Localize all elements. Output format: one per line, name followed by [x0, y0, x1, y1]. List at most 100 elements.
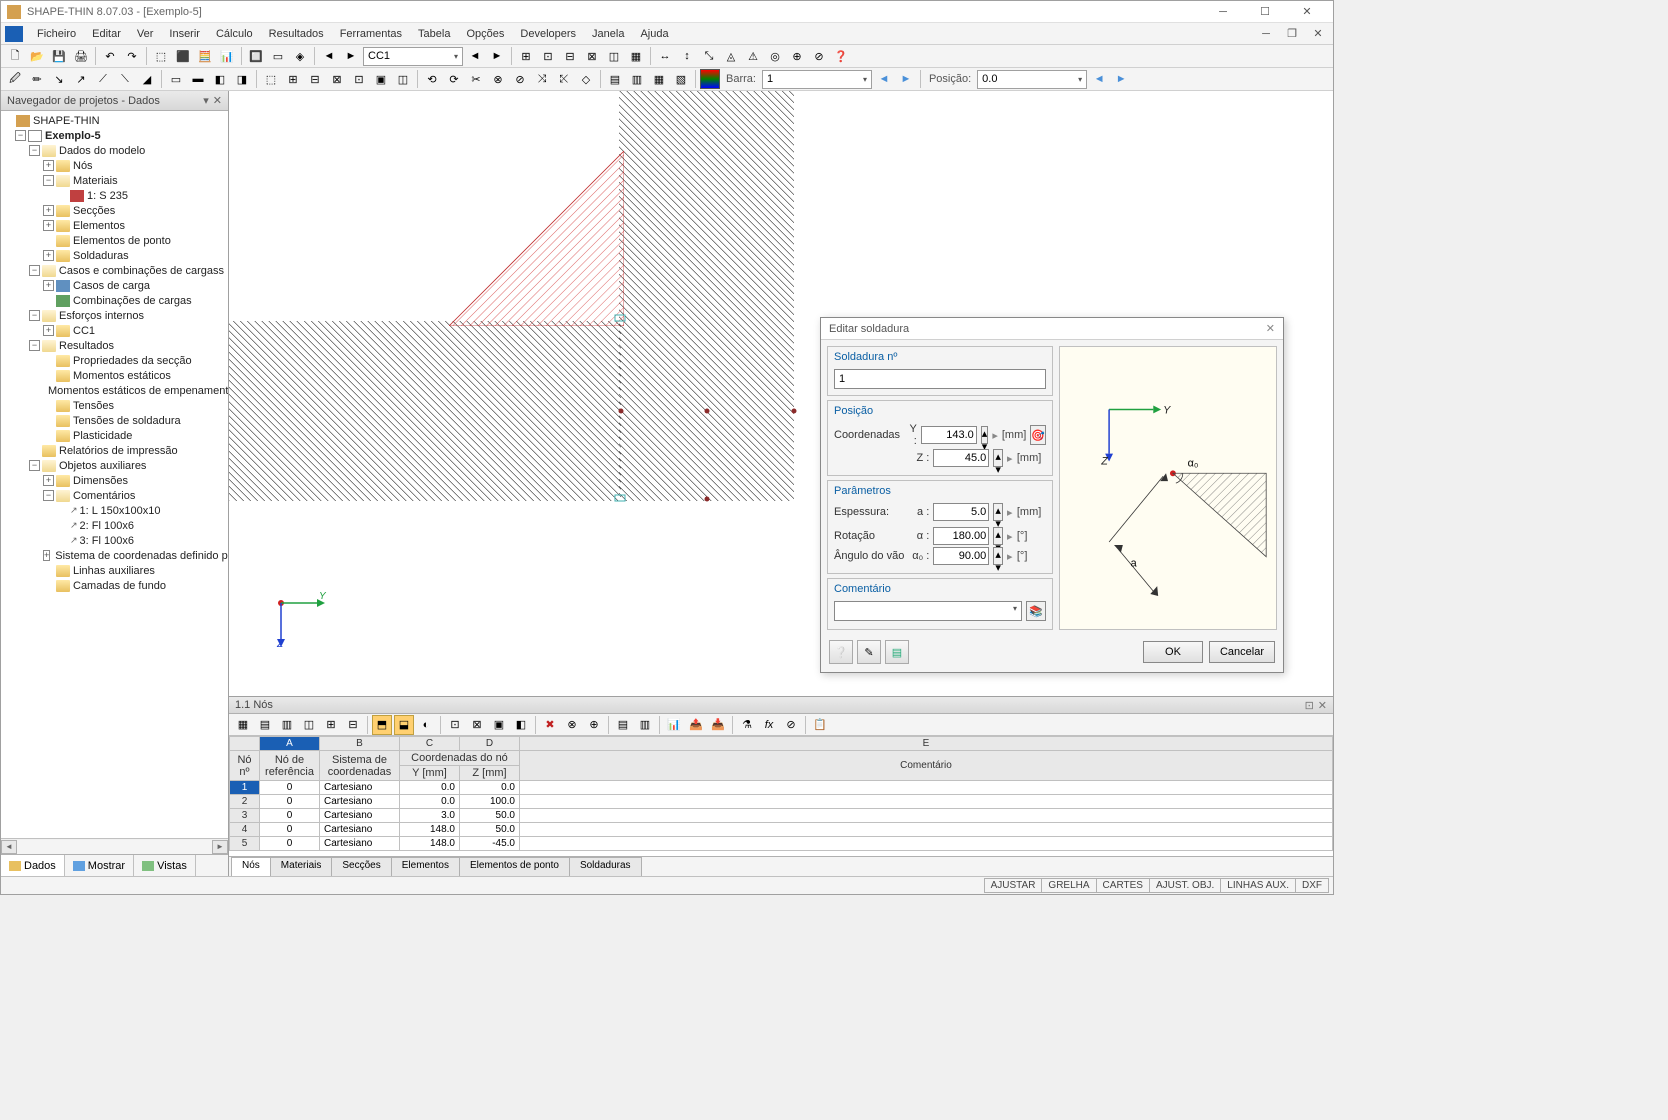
tree-comentarios[interactable]: −Comentários: [1, 488, 228, 503]
tbl-import-icon[interactable]: 📥: [708, 715, 728, 735]
tbl-filter-icon[interactable]: ⚗: [737, 715, 757, 735]
shape-icon-2[interactable]: ⊞: [283, 69, 303, 89]
tbl-icon-12[interactable]: ⊗: [562, 715, 582, 735]
dim-icon-7[interactable]: ⊕: [787, 46, 807, 66]
col-A[interactable]: A: [260, 737, 320, 751]
tbl-icon-2[interactable]: ▤: [255, 715, 275, 735]
comentario-combo[interactable]: [834, 601, 1022, 621]
dialog-edit-button[interactable]: ✎: [857, 640, 881, 664]
draw-icon-7[interactable]: ◢: [137, 69, 157, 89]
tree-comb-cargas[interactable]: Combinações de cargas: [1, 293, 228, 308]
tbl-icon-10[interactable]: ▣: [489, 715, 509, 735]
tree-comment-1[interactable]: ↗1: L 150x100x10: [1, 503, 228, 518]
tree-materiais[interactable]: −Materiais: [1, 173, 228, 188]
menu-opcoes[interactable]: Opções: [458, 26, 512, 42]
tree-rel-impressao[interactable]: Relatórios de impressão: [1, 443, 228, 458]
redo-icon[interactable]: ↷: [122, 46, 142, 66]
tree-material-1[interactable]: 1: S 235: [1, 188, 228, 203]
tbl-export-icon[interactable]: 📤: [686, 715, 706, 735]
tree-sist-coord[interactable]: +Sistema de coordenadas definido pel: [1, 548, 228, 563]
tool-icon-c[interactable]: ⊟: [560, 46, 580, 66]
menu-ver[interactable]: Ver: [129, 26, 162, 42]
draw-icon-2[interactable]: ✏: [27, 69, 47, 89]
ok-button[interactable]: OK: [1143, 641, 1203, 663]
tree-linhas-aux[interactable]: Linhas auxiliares: [1, 563, 228, 578]
edit-icon-5[interactable]: ⊘: [510, 69, 530, 89]
nav-prev2-icon[interactable]: ◄: [465, 46, 485, 66]
tab-elementos[interactable]: Elementos: [391, 857, 460, 876]
cancel-button[interactable]: Cancelar: [1209, 641, 1275, 663]
dialog-calc-button[interactable]: ▤: [885, 640, 909, 664]
tree-tensoes[interactable]: Tensões: [1, 398, 228, 413]
table-row[interactable]: 1 0Cartesiano 0.00.0: [230, 781, 1333, 795]
menu-janela[interactable]: Janela: [584, 26, 632, 42]
undo-icon[interactable]: ↶: [100, 46, 120, 66]
tbl-fx-icon[interactable]: fx: [759, 715, 779, 735]
tbl-icon-13[interactable]: ⊕: [584, 715, 604, 735]
dim-icon-5[interactable]: ⚠: [743, 46, 763, 66]
dim-icon-6[interactable]: ◎: [765, 46, 785, 66]
color-swatch[interactable]: [700, 69, 720, 89]
new-icon[interactable]: 🗋: [5, 46, 25, 66]
calc-icon[interactable]: 🧮: [195, 46, 215, 66]
shape-icon-3[interactable]: ⊟: [305, 69, 325, 89]
tool-icon-e[interactable]: ◫: [604, 46, 624, 66]
tree-dados-modelo[interactable]: −Dados do modelo: [1, 143, 228, 158]
table-float-icon[interactable]: ⊡: [1305, 699, 1314, 712]
nav-prev-icon[interactable]: ◄: [319, 46, 339, 66]
tree-prop-seccao[interactable]: Propriedades da secção: [1, 353, 228, 368]
mdi-minimize-button[interactable]: ─: [1255, 24, 1277, 44]
table-row[interactable]: 3 0Cartesiano 3.050.0: [230, 809, 1333, 823]
tree-mom-estaticos[interactable]: Momentos estáticos: [1, 368, 228, 383]
tree-hscroll[interactable]: ◄►: [1, 838, 228, 854]
menu-tabela[interactable]: Tabela: [410, 26, 458, 42]
table-row[interactable]: 5 0Cartesiano 148.0-45.0: [230, 837, 1333, 851]
menu-editar[interactable]: Editar: [84, 26, 129, 42]
dim-icon-2[interactable]: ↕: [677, 46, 697, 66]
tbl-excel-icon[interactable]: 📊: [664, 715, 684, 735]
misc-icon-4[interactable]: ▧: [671, 69, 691, 89]
tbl-icon-11[interactable]: ◧: [511, 715, 531, 735]
coord-z-spinner[interactable]: ▴▾: [993, 449, 1003, 467]
view-front-icon[interactable]: ▭: [268, 46, 288, 66]
toolbar-icon-1[interactable]: ⬚: [151, 46, 171, 66]
status-cartes[interactable]: CARTES: [1096, 878, 1150, 893]
tbl-icon-17[interactable]: 📋: [810, 715, 830, 735]
tbl-highlight-icon-2[interactable]: ⬓: [394, 715, 414, 735]
tbl-icon-14[interactable]: ▤: [613, 715, 633, 735]
tree-elementos[interactable]: +Elementos: [1, 218, 228, 233]
misc-icon-3[interactable]: ▦: [649, 69, 669, 89]
menu-ferramentas[interactable]: Ferramentas: [332, 26, 410, 42]
coord-z-input[interactable]: [933, 449, 989, 467]
table-row[interactable]: 2 0Cartesiano 0.0100.0: [230, 795, 1333, 809]
tree-dimensoes[interactable]: +Dimensões: [1, 473, 228, 488]
dim-icon-8[interactable]: ⊘: [809, 46, 829, 66]
tab-elem-ponto[interactable]: Elementos de ponto: [459, 857, 570, 876]
menu-ficheiro[interactable]: Ficheiro: [29, 26, 84, 42]
close-button[interactable]: ✕: [1287, 2, 1327, 22]
edit-icon-1[interactable]: ⟲: [422, 69, 442, 89]
misc-icon-1[interactable]: ▤: [605, 69, 625, 89]
col-E[interactable]: E: [520, 737, 1333, 751]
coord-y-spinner[interactable]: ▴▾: [981, 426, 989, 444]
element-icon-1[interactable]: ▭: [166, 69, 186, 89]
tbl-icon-7[interactable]: ◐: [416, 715, 436, 735]
tree-esforcos[interactable]: −Esforços internos: [1, 308, 228, 323]
element-icon-4[interactable]: ◨: [232, 69, 252, 89]
app-menu-icon[interactable]: [5, 26, 23, 42]
nav-tab-mostrar[interactable]: Mostrar: [65, 855, 134, 876]
nav-next2-icon[interactable]: ►: [487, 46, 507, 66]
menu-inserir[interactable]: Inserir: [161, 26, 208, 42]
dialog-close-button[interactable]: ✕: [1266, 322, 1275, 335]
edit-icon-2[interactable]: ⟳: [444, 69, 464, 89]
menu-resultados[interactable]: Resultados: [261, 26, 332, 42]
pos-next-icon[interactable]: ►: [1111, 69, 1131, 89]
tbl-icon-3[interactable]: ▥: [277, 715, 297, 735]
tree-comment-2[interactable]: ↗2: Fl 100x6: [1, 518, 228, 533]
angulo-spinner[interactable]: ▴▾: [993, 547, 1003, 565]
tree-casos-carga[interactable]: +Casos de carga: [1, 278, 228, 293]
tree-project[interactable]: −Exemplo-5: [1, 128, 228, 143]
panel-close-icon[interactable]: ✕: [213, 94, 222, 107]
tree-elementos-ponto[interactable]: Elementos de ponto: [1, 233, 228, 248]
loadcase-combo[interactable]: CC1: [363, 47, 463, 66]
